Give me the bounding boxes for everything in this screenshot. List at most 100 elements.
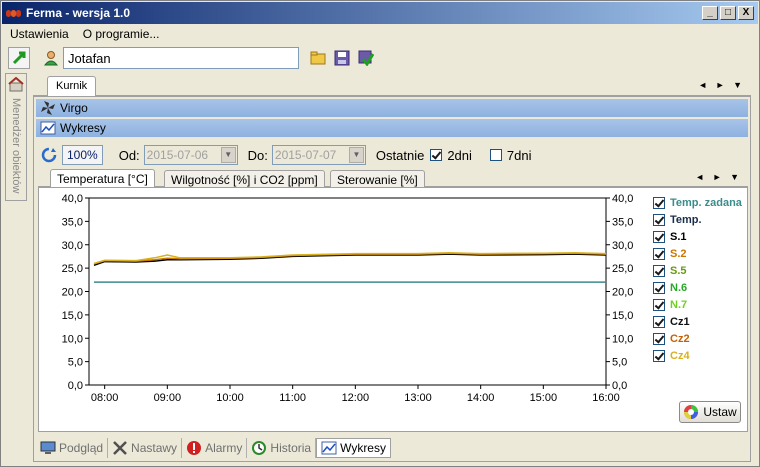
legend-checkbox[interactable] [653,315,665,328]
connect-icon[interactable] [8,47,30,69]
x-tick-label: 11:00 [279,392,306,404]
legend-checkbox[interactable] [653,247,665,260]
legend-checkbox[interactable] [653,349,665,362]
chart-legend: Temp. zadana Temp. S.1 S.2 S.5 N.6 N.7 Cz1 Cz2 Cz… [653,194,747,364]
chart-tab-bar: Temperatura [°C] Wilgotność [%] i CO2 [p… [38,169,748,187]
from-date-dropdown-icon[interactable]: ▼ [220,147,236,163]
tab-nastawy-label: Nastawy [131,441,178,455]
legend-item[interactable]: Cz1 [653,313,747,330]
y-tick-label-right: 5,0 [612,357,627,369]
user-icon [40,47,62,69]
fan-icon [41,101,55,115]
user-field[interactable]: Jotafan [63,47,299,69]
apply-button-label: Ustaw [703,405,737,419]
tab-wykresy[interactable]: Wykresy [316,438,391,458]
title-bar: Ferma - wersja 1.0 _ □ X [2,2,758,24]
to-date-picker[interactable]: 2015-07-07 ▼ [271,145,366,165]
to-date-dropdown-icon[interactable]: ▼ [348,147,364,163]
refresh-icon[interactable] [40,146,58,164]
chart-icon [40,121,56,135]
to-label: Do: [247,147,268,163]
sidebar-label: Menedżer obiektów [10,98,22,194]
y-tick-label-left: 35,0 [62,216,83,228]
legend-checkbox[interactable] [653,281,665,294]
legend-item[interactable]: N.7 [653,296,747,313]
legend-item[interactable]: Temp. [653,211,747,228]
y-tick-label-right: 0,0 [612,380,627,392]
group-title: Virgo [60,101,88,115]
legend-checkbox[interactable] [653,264,665,277]
open-folder-icon[interactable] [307,47,329,69]
x-tick-label: 15:00 [530,392,558,404]
minimize-button[interactable]: _ [702,6,718,20]
y-tick-label-left: 5,0 [68,357,83,369]
x-tick-label: 10:00 [216,392,244,404]
save-check-icon[interactable] [355,47,377,69]
legend-label: S.1 [670,230,687,243]
tab-podglad[interactable]: Podgląd [36,438,109,458]
tab-wilgotnosc[interactable]: Wilgotność [%] i CO2 [ppm] [164,170,325,187]
legend-item[interactable]: Temp. zadana [653,194,747,211]
tab-wykresy-label: Wykresy [340,441,386,455]
object-manager-panel[interactable]: Menedżer obiektów [5,73,27,201]
tab-kurnik[interactable]: Kurnik [47,76,97,96]
legend-item[interactable]: N.6 [653,279,747,296]
tab-alarmy[interactable]: Alarmy [182,438,248,458]
tab-historia[interactable]: Historia [247,438,317,458]
from-date-picker[interactable]: 2015-07-06 ▼ [143,145,238,165]
monitor-icon [40,441,56,454]
legend-item[interactable]: S.5 [653,262,747,279]
apply-button[interactable]: Ustaw [679,401,741,423]
y-tick-label-left: 30,0 [62,240,83,252]
legend-label: Temp. zadana [670,196,742,209]
legend-item[interactable]: Cz2 [653,330,747,347]
group-header[interactable]: Virgo [36,99,748,117]
tab-nastawy[interactable]: Nastawy [108,438,183,458]
x-tick-label: 09:00 [154,392,182,404]
menu-o-programie[interactable]: O programie... [75,27,166,41]
outer-tab-bar: Kurnik ◄ ► ▼ [33,76,751,96]
x-tick-label: 12:00 [342,392,370,404]
object-manager-icon [8,77,24,92]
outer-tab-scroll-icon[interactable]: ◄ ► ▼ [698,80,745,90]
chart-panel: 0,0 0,0 5,0 5,0 10,0 10,0 15,0 15,0 20,0 20,0 25,0… [38,187,748,432]
y-tick-label-right: 35,0 [612,216,633,228]
chart-icon [321,441,337,455]
tab-sterowanie[interactable]: Sterowanie [%] [330,170,425,187]
menu-ustawienia[interactable]: Ustawienia [2,27,75,41]
legend-checkbox[interactable] [653,213,665,226]
legend-label: Cz1 [670,315,690,328]
tab-historia-label: Historia [270,441,312,455]
from-date-value: 2015-07-06 [146,148,209,162]
zoom-button[interactable]: 100% [62,145,103,165]
chart-tab-scroll-icon[interactable]: ◄ ► ▼ [695,172,742,182]
app-logo-icon [6,6,22,20]
y-tick-label-right: 40,0 [612,193,633,205]
legend-checkbox[interactable] [653,332,665,345]
save-icon[interactable] [331,47,353,69]
maximize-button[interactable]: □ [720,6,736,20]
legend-item[interactable]: S.2 [653,245,747,262]
checkbox-7dni[interactable] [489,149,502,161]
close-button[interactable]: X [738,6,754,20]
legend-item[interactable]: S.1 [653,228,747,245]
checkbox-2dni[interactable] [430,149,443,161]
tab-temperatura[interactable]: Temperatura [°C] [50,169,155,187]
x-tick-label: 14:00 [467,392,495,404]
x-tick-label: 08:00 [91,392,119,404]
legend-checkbox[interactable] [653,230,665,243]
y-tick-label-right: 25,0 [612,263,633,275]
legend-label: Cz2 [670,332,690,345]
x-tick-label: 13:00 [404,392,432,404]
x-tick-label: 16:00 [592,392,620,404]
y-tick-label-left: 0,0 [68,380,83,392]
legend-item[interactable]: Cz4 [653,347,747,364]
section-header[interactable]: Wykresy [36,119,748,137]
legend-checkbox[interactable] [653,196,665,209]
y-tick-label-left: 15,0 [62,310,83,322]
legend-label: Temp. [670,213,702,226]
menu-bar: Ustawienia O programie... [2,25,758,43]
main-content: Virgo Wykresy 100% Od: 2015-07-06 ▼ Do: … [33,96,751,462]
y-tick-label-right: 15,0 [612,310,633,322]
legend-checkbox[interactable] [653,298,665,311]
